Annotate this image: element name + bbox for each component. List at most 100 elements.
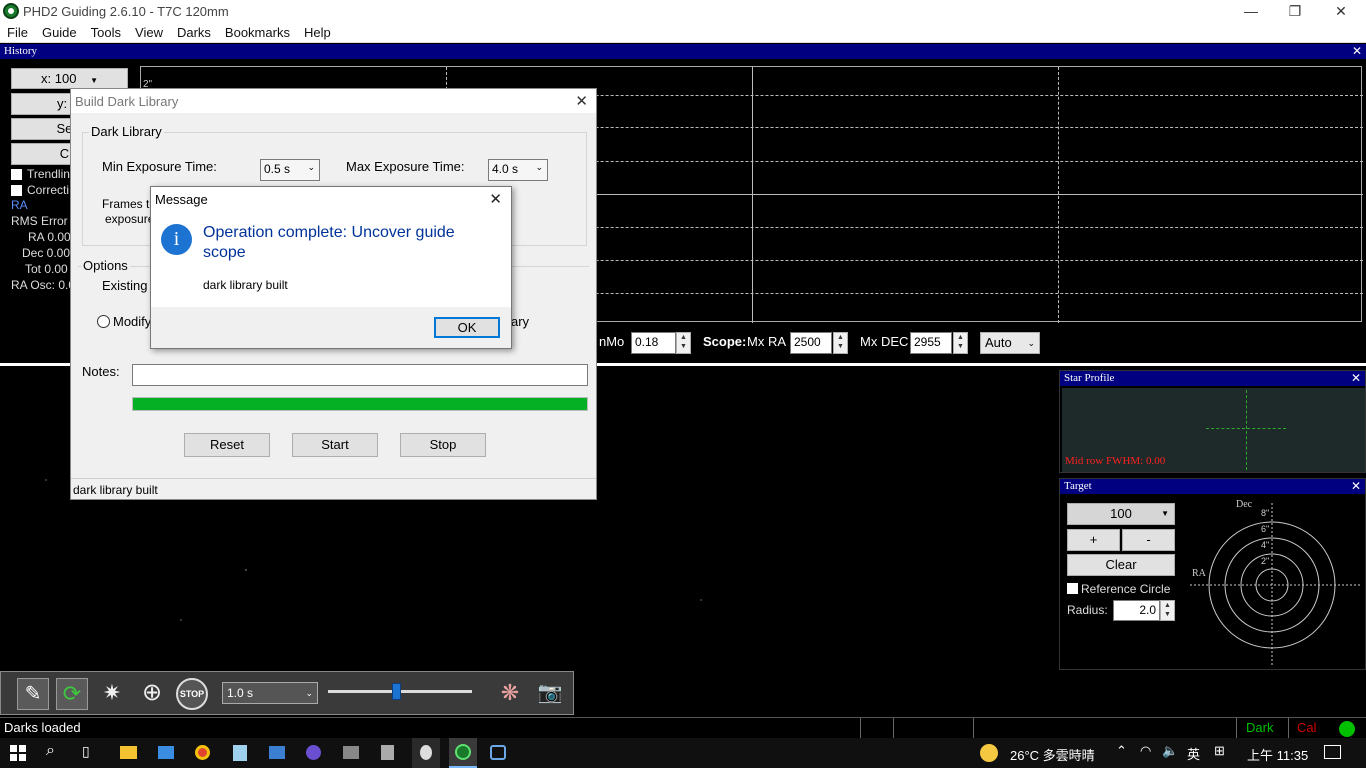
auto-select-star-icon[interactable]: ✷ [96, 678, 128, 710]
dialog-close-icon[interactable]: ✕ [575, 92, 588, 110]
trendlines-label: Trendlin [27, 167, 70, 181]
mx-ra-input[interactable]: 2500 [790, 332, 832, 354]
menu-view[interactable]: View [128, 22, 170, 43]
target-title: Target [1064, 480, 1092, 492]
scope-label: Scope: [703, 334, 747, 349]
options-group-label: Options [81, 258, 130, 273]
start-button[interactable]: Start [292, 433, 378, 457]
target-zoom-out-button[interactable]: - [1122, 529, 1175, 551]
volume-icon[interactable]: 🔈 [1162, 743, 1178, 759]
mx-dec-input[interactable]: 2955 [910, 332, 952, 354]
chrome-icon[interactable] [195, 745, 210, 760]
message-close-icon[interactable]: ✕ [489, 190, 502, 208]
menu-help[interactable]: Help [297, 22, 338, 43]
phd2-app-icon [3, 3, 19, 19]
menu-guide[interactable]: Guide [35, 22, 84, 43]
loop-icon[interactable]: ⟳ [56, 678, 88, 710]
app-icon-8[interactable] [381, 745, 394, 760]
tray-chevron-up-icon[interactable]: ⌃ [1116, 743, 1127, 759]
target-panel: Target ✕ 100 ▼ + - Clear Reference Circle… [1059, 478, 1366, 670]
min-motion-input[interactable]: 0.18 [631, 332, 676, 354]
app-icon-7[interactable] [343, 746, 359, 759]
exposure-dropdown[interactable]: 1.0 s ⌄ [222, 682, 318, 704]
menu-darks[interactable]: Darks [170, 22, 218, 43]
star-profile-plot: Mid row FWHM: 0.00 [1062, 388, 1365, 472]
close-button[interactable]: ✕ [1318, 0, 1364, 22]
notification-icon[interactable] [1324, 745, 1341, 759]
message-button-bar: OK [151, 307, 511, 348]
guide-crosshair-icon[interactable]: ⊕ [136, 678, 168, 710]
notes-input[interactable] [132, 364, 588, 386]
taskbar-clock[interactable]: 上午 11:35 [1247, 745, 1308, 764]
star-profile-close-icon[interactable]: ✕ [1351, 371, 1361, 386]
target-clear-button[interactable]: Clear [1067, 554, 1175, 576]
stellarium-icon[interactable] [306, 745, 321, 760]
brain-icon[interactable]: ❋ [494, 678, 526, 710]
target-zoom-in-button[interactable]: + [1067, 529, 1120, 551]
dialog-status-text: dark library built [73, 483, 158, 497]
chevron-down-icon: ⌄ [305, 688, 313, 698]
menu-tools[interactable]: Tools [84, 22, 128, 43]
menu-file[interactable]: File [0, 22, 35, 43]
ring-label-8: 8" [1261, 508, 1270, 518]
menu-bookmarks[interactable]: Bookmarks [218, 22, 297, 43]
history-x-scale-dropdown[interactable]: x: 100 ▼ [11, 68, 128, 89]
rms-error-label: RMS Error [11, 214, 68, 228]
camera-icon[interactable]: 📷 [534, 678, 566, 710]
target-bullseye [1190, 503, 1362, 667]
loop-exposures-icon[interactable]: ✎ [17, 678, 49, 710]
radius-label: Radius: [1067, 603, 1108, 617]
minimize-button[interactable]: — [1228, 0, 1274, 22]
min-exposure-dropdown[interactable]: 0.5 s ⌄ [260, 159, 320, 181]
min-exposure-label: Min Exposure Time: [102, 159, 217, 174]
stop-icon[interactable]: STOP [176, 678, 208, 710]
mx-ra-label: Mx RA [747, 334, 786, 349]
mx-ra-spinner[interactable]: ▲ ▼ [833, 332, 848, 354]
mx-dec-spinner[interactable]: ▲ ▼ [953, 332, 968, 354]
radius-spinner[interactable]: ▲ ▼ [1160, 600, 1175, 621]
message-body: dark library built [203, 278, 288, 292]
notepad-icon[interactable] [233, 745, 247, 761]
guide-algo-dropdown[interactable]: Auto ⌄ [980, 332, 1040, 354]
gamma-slider-thumb[interactable] [391, 683, 401, 700]
star-profile-header: Star Profile ✕ [1060, 371, 1365, 386]
max-exposure-dropdown[interactable]: 4.0 s ⌄ [488, 159, 548, 181]
ime-mode-icon[interactable]: ⊞ [1214, 743, 1225, 759]
reference-circle-checkbox[interactable] [1067, 583, 1078, 594]
reset-button[interactable]: Reset [184, 433, 270, 457]
app-icon-5[interactable] [269, 746, 285, 759]
ime-indicator[interactable]: 英 [1187, 744, 1200, 763]
wifi-icon[interactable]: ◠ [1140, 743, 1151, 759]
task-view-icon[interactable]: ▯ [82, 743, 90, 760]
target-dec-label: Dec [1236, 499, 1253, 510]
rms-ra-value: RA 0.00 [28, 230, 71, 244]
modify-radio[interactable] [97, 315, 110, 328]
corrections-checkbox[interactable] [11, 185, 22, 196]
radius-input[interactable]: 2.0 [1113, 600, 1160, 621]
app-icon-11[interactable] [490, 745, 506, 760]
windows-start-icon[interactable] [10, 745, 26, 761]
star-profile-panel: Star Profile ✕ Mid row FWHM: 0.00 [1059, 370, 1366, 473]
trendlines-checkbox[interactable] [11, 169, 22, 180]
app-icon-2[interactable] [158, 746, 174, 759]
min-motion-spinner[interactable]: ▲ ▼ [676, 332, 691, 354]
star-profile-title: Star Profile [1064, 372, 1115, 384]
weather-text[interactable]: 26°C 多雲時晴 [1010, 745, 1095, 764]
history-title: History [4, 45, 37, 57]
title-bar: PHD2 Guiding 2.6.10 - T7C 120mm — ❐ ✕ [0, 0, 1366, 22]
chevron-down-icon: ⌄ [307, 162, 315, 172]
search-icon[interactable]: ⌕ [46, 742, 55, 760]
ra-legend: RA [11, 198, 28, 212]
target-ra-label: RA [1192, 568, 1206, 579]
stop-button[interactable]: Stop [400, 433, 486, 457]
target-scale-dropdown[interactable]: 100 ▼ [1067, 503, 1175, 525]
app-icon-9[interactable] [412, 738, 440, 768]
ok-button[interactable]: OK [434, 317, 500, 338]
frames-label-2: exposure [105, 212, 155, 226]
target-close-icon[interactable]: ✕ [1351, 479, 1361, 494]
message-heading: Operation complete: Uncover guide scope [203, 224, 455, 261]
phd2-taskbar-icon[interactable] [449, 738, 477, 768]
file-explorer-icon[interactable] [120, 746, 137, 759]
history-close-icon[interactable]: ✕ [1352, 44, 1362, 59]
restore-button[interactable]: ❐ [1272, 0, 1318, 22]
